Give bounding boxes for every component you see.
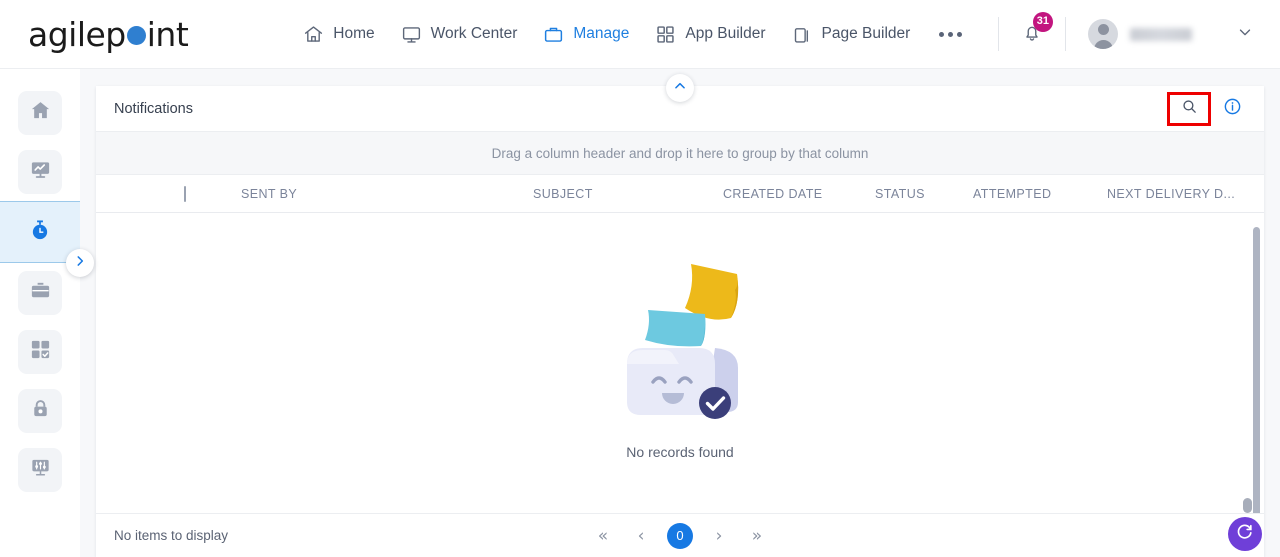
user-menu[interactable] — [1066, 19, 1192, 49]
monitor-chart-icon — [29, 158, 52, 186]
sidebar-item-home[interactable] — [0, 83, 80, 142]
sidebar-item-settings[interactable] — [0, 440, 80, 499]
group-by-dropzone[interactable]: Drag a column header and drop it here to… — [96, 132, 1264, 175]
column-header-next-delivery-date[interactable]: NEXT DELIVERY D... — [1107, 187, 1235, 201]
lock-icon — [29, 397, 52, 425]
home-icon — [303, 24, 324, 45]
column-header-sent-by[interactable]: SENT BY — [241, 187, 297, 201]
briefcase-icon — [29, 279, 52, 307]
empty-state-label: No records found — [626, 444, 734, 460]
pagination-next-button[interactable]: › — [707, 524, 731, 548]
notifications-panel: Notifications Drag a column header and d… — [96, 74, 1264, 557]
avatar — [1088, 19, 1118, 49]
left-sidebar — [0, 69, 80, 557]
group-by-hint: Drag a column header and drop it here to… — [491, 145, 869, 161]
scroll-nub — [1243, 498, 1252, 513]
stopwatch-icon — [27, 217, 53, 248]
nav-item-work-center[interactable]: Work Center — [388, 16, 531, 53]
notification-count-badge: 31 — [1032, 11, 1053, 32]
nav-item-app-builder[interactable]: App Builder — [642, 16, 778, 53]
logo-dot-icon — [126, 25, 146, 45]
nav-more-icon[interactable] — [923, 24, 978, 45]
header-right-cluster: 31 — [998, 0, 1280, 68]
page-title: Notifications — [114, 100, 193, 117]
sidebar-item-analytics[interactable] — [0, 142, 80, 201]
column-header-subject[interactable]: SUBJECT — [533, 187, 593, 201]
nav-item-home[interactable]: Home — [290, 16, 387, 53]
sidebar-expand-button[interactable] — [66, 249, 94, 277]
logo-text: agilep int — [28, 14, 189, 54]
main-navigation: Home Work Center Manage App Builder Page… — [290, 16, 978, 53]
table-body: No records found — [96, 213, 1264, 513]
nav-label-page-builder: Page Builder — [821, 25, 911, 42]
column-header-status[interactable]: STATUS — [875, 187, 925, 201]
column-header-attempted[interactable]: ATTEMPTED — [973, 187, 1051, 201]
vertical-scrollbar[interactable] — [1253, 227, 1260, 513]
info-button[interactable] — [1215, 97, 1248, 121]
nav-label-work-center: Work Center — [430, 25, 518, 42]
agilepoint-logo[interactable]: agilep int — [28, 14, 189, 54]
nav-label-manage: Manage — [573, 25, 630, 42]
empty-state: No records found — [96, 213, 1264, 513]
notifications-bell-button[interactable]: 31 — [999, 11, 1065, 48]
info-icon — [1223, 97, 1242, 121]
pagination: « ‹ 0 › » — [96, 522, 1264, 549]
home-icon — [29, 99, 52, 127]
search-button[interactable] — [1167, 91, 1211, 126]
grid-check-icon — [29, 338, 52, 366]
user-name-label — [1130, 27, 1192, 41]
select-all-checkbox[interactable] — [184, 185, 186, 202]
logo-text-part1: agilep — [28, 14, 126, 54]
pagination-prev-button[interactable]: ‹ — [629, 524, 653, 548]
table-footer: No items to display « ‹ 0 › » — [96, 513, 1264, 557]
panel-header-actions — [1167, 91, 1248, 126]
chevron-up-icon — [673, 79, 687, 98]
grid-icon — [655, 24, 676, 45]
refresh-icon — [1235, 522, 1255, 547]
briefcase-icon — [543, 24, 564, 45]
monitor-icon — [401, 24, 422, 45]
pagination-last-button[interactable]: » — [745, 524, 769, 548]
no-items-label: No items to display — [114, 528, 229, 543]
nav-label-app-builder: App Builder — [685, 25, 766, 42]
nav-label-home: Home — [333, 25, 375, 42]
table-header-row: SENT BY SUBJECT CREATED DATE STATUS ATTE… — [96, 175, 1264, 213]
sidebar-item-apps[interactable] — [0, 322, 80, 381]
sidebar-item-access[interactable] — [0, 381, 80, 440]
nav-item-manage[interactable]: Manage — [530, 16, 642, 53]
pagination-current-page[interactable]: 0 — [667, 522, 693, 549]
app-root: agilep int Home Work Center Manage App B… — [0, 0, 1280, 557]
sliders-icon — [29, 456, 52, 484]
panel-collapse-button[interactable] — [666, 74, 694, 102]
content-area: Notifications Drag a column header and d… — [80, 69, 1280, 557]
empty-folder-illustration — [605, 252, 755, 432]
sidebar-item-work[interactable] — [0, 263, 80, 322]
search-icon — [1181, 98, 1198, 120]
column-header-created-date[interactable]: CREATED DATE — [723, 187, 822, 201]
refresh-button[interactable] — [1228, 517, 1262, 551]
pages-icon — [792, 24, 813, 45]
top-header: agilep int Home Work Center Manage App B… — [0, 0, 1280, 69]
logo-text-part2: int — [146, 14, 189, 54]
pagination-first-button[interactable]: « — [591, 524, 615, 548]
nav-item-page-builder[interactable]: Page Builder — [779, 16, 924, 53]
chevron-right-icon — [73, 254, 87, 273]
chevron-down-icon[interactable] — [1236, 23, 1254, 46]
